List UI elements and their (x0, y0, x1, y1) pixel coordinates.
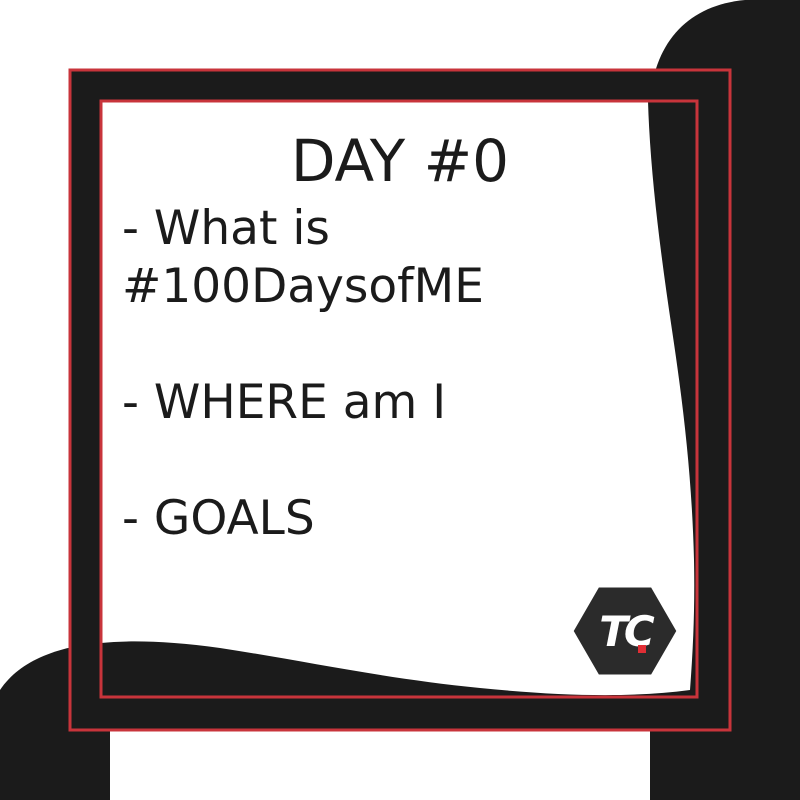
tc-hexagon-logo-icon: TC (570, 583, 680, 679)
logo-text: TC (599, 606, 654, 656)
topic-item: - GOALS (122, 491, 315, 546)
card-title: DAY #0 (290, 127, 510, 195)
topic-item: - What is #100DaysofME (122, 201, 484, 314)
topic-item: - WHERE am I (122, 375, 447, 430)
topic-list: - What is #100DaysofME - WHERE am I - GO… (122, 200, 662, 606)
logo-red-dot (638, 645, 646, 653)
graphic-canvas: DAY #0 - What is #100DaysofME - WHERE am… (0, 0, 800, 800)
